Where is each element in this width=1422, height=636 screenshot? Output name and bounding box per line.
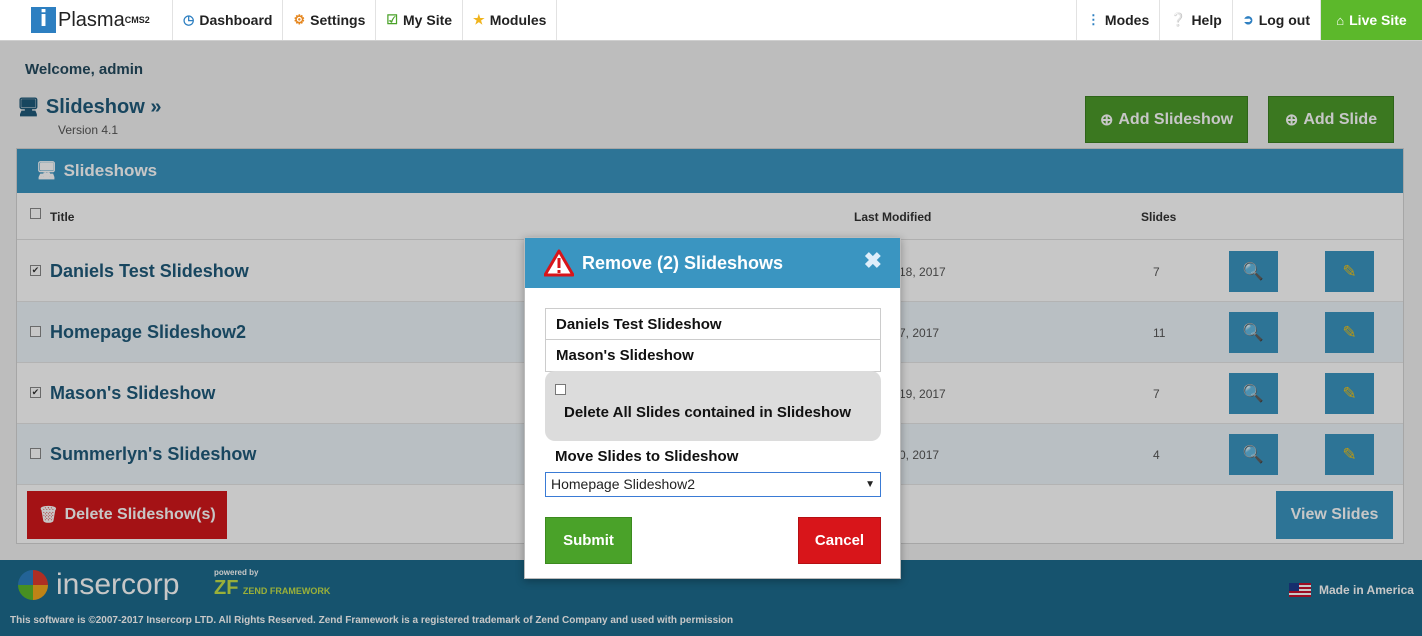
slideshow-list: Daniels Test Slideshow Mason's Slideshow [545,308,881,372]
brand-sup: CMS2 [124,15,150,25]
cancel-button[interactable]: Cancel [798,517,881,564]
move-slides-selected: Homepage Slideshow2 [551,476,695,492]
move-slides-label: Move Slides to Slideshow [555,448,739,465]
star-icon: ★ [473,12,485,27]
dashboard-icon: ◷ [183,12,195,27]
nav-help-label: Help [1191,12,1222,28]
warning-icon [544,249,574,277]
delete-all-label[interactable]: Delete All Slides contained in Slideshow [564,404,851,421]
nav-modes-label: Modes [1104,12,1150,28]
nav-my-site[interactable]: ☑ My Site [376,0,464,40]
nav-dashboard-label: Dashboard [199,12,273,28]
dialog-title: Remove (2) Slideshows [582,252,784,273]
nav-live-site[interactable]: ⌂ Live Site [1320,0,1422,40]
nav-logout[interactable]: ➲ Log out [1231,0,1320,40]
nav-settings[interactable]: ⚙ Settings [283,0,377,40]
remove-slideshows-dialog: Remove (2) Slideshows ✖ Daniels Test Sli… [524,237,901,579]
brand-logo[interactable]: i Plasma CMS2 [0,0,173,40]
nav-modules-label: Modules [489,12,547,28]
edit-check-icon: ☑ [386,12,399,27]
list-item: Mason's Slideshow [556,347,694,364]
move-slides-select[interactable]: Homepage Slideshow2 ▼ [545,472,881,497]
delete-all-checkbox[interactable] [555,384,566,395]
nav-dashboard[interactable]: ◷ Dashboard [173,0,284,40]
nav-my-site-label: My Site [403,12,453,28]
logout-icon: ➲ [1242,12,1254,27]
nav-live-site-label: Live Site [1349,12,1407,28]
home-icon: ⌂ [1336,12,1345,28]
nav-modes[interactable]: ⋮ Modes [1075,0,1159,40]
brand-icon: i [31,7,56,33]
vertical-dots-icon: ⋮ [1086,12,1100,27]
close-icon[interactable]: ✖ [864,248,882,274]
brand-name: Plasma [58,8,125,31]
nav-modules[interactable]: ★ Modules [463,0,558,40]
submit-button[interactable]: Submit [545,517,632,564]
gear-icon: ⚙ [293,12,306,27]
top-navbar: i Plasma CMS2 ◷ Dashboard ⚙ Settings ☑ M… [0,0,1422,41]
list-item: Daniels Test Slideshow [546,309,880,340]
nav-settings-label: Settings [310,12,366,28]
dropdown-arrow-icon: ▼ [865,479,875,490]
dialog-header: Remove (2) Slideshows ✖ [525,238,900,288]
delete-all-option: Delete All Slides contained in Slideshow [545,371,881,441]
nav-logout-label: Log out [1258,12,1310,28]
nav-help[interactable]: ❔ Help [1159,0,1232,40]
help-icon: ❔ [1170,12,1187,27]
